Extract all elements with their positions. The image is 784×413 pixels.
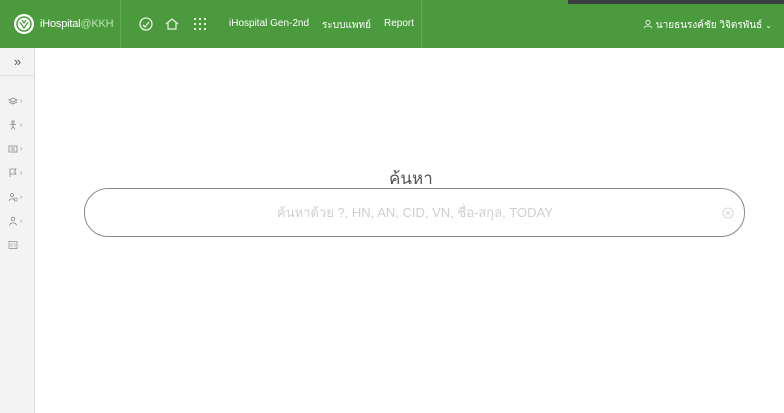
sidebar-toggle-button[interactable]: » bbox=[0, 48, 35, 76]
nav-link-report[interactable]: Report bbox=[384, 18, 414, 29]
records-icon bbox=[8, 145, 18, 153]
dashboard-icon[interactable] bbox=[138, 16, 154, 32]
sidebar-item-profile[interactable]: › bbox=[8, 214, 34, 228]
settings-list-icon bbox=[8, 241, 18, 249]
brand[interactable]: iHospital @KKH bbox=[14, 0, 114, 48]
chevron-right-icon: › bbox=[20, 97, 23, 105]
sidebar-item-layers[interactable]: › bbox=[8, 94, 34, 108]
home-icon[interactable] bbox=[164, 16, 180, 32]
chevron-right-icon: › bbox=[20, 145, 23, 153]
sidebar-item-records[interactable]: › bbox=[8, 142, 34, 156]
clear-search-icon[interactable] bbox=[722, 206, 734, 219]
user-name: นายธนรงค์ชัย วิจิตรพันธ์ bbox=[655, 20, 763, 31]
layers-icon bbox=[8, 97, 18, 105]
brand-suffix: @KKH bbox=[80, 18, 114, 30]
chevron-right-icon: › bbox=[20, 169, 23, 177]
sidebar-item-settings-list[interactable] bbox=[8, 238, 34, 252]
chevron-right-icon: › bbox=[20, 193, 23, 201]
search-box bbox=[84, 188, 745, 237]
window-overlay-strip bbox=[568, 0, 784, 4]
users-icon bbox=[8, 193, 18, 202]
chevron-down-icon: ⌄ bbox=[765, 21, 772, 30]
apps-grid-icon[interactable] bbox=[192, 16, 208, 32]
flag-icon bbox=[9, 168, 17, 177]
nav-link-gen2[interactable]: iHospital Gen-2nd bbox=[229, 18, 309, 29]
sidebar: » › › › › › › bbox=[0, 48, 35, 413]
chevron-right-icon: › bbox=[20, 121, 23, 129]
search-input[interactable] bbox=[105, 189, 725, 236]
hospital-logo-icon bbox=[14, 14, 34, 34]
sidebar-item-users[interactable]: › bbox=[8, 190, 34, 204]
navbar-divider bbox=[421, 0, 422, 48]
navbar-divider bbox=[120, 0, 121, 48]
profile-icon bbox=[9, 216, 17, 226]
sidebar-item-person[interactable]: › bbox=[8, 118, 34, 132]
chevron-right-icon: › bbox=[20, 217, 23, 225]
brand-name: iHospital bbox=[40, 18, 81, 30]
person-icon bbox=[10, 120, 16, 130]
top-navbar: iHospital @KKH iHospital Gen-2nd ระบบแพทย… bbox=[0, 0, 784, 48]
user-icon bbox=[643, 19, 653, 32]
user-menu[interactable]: นายธนรงค์ชัย วิจิตรพันธ์ ⌄ bbox=[643, 18, 772, 33]
sidebar-item-flag[interactable]: › bbox=[8, 166, 34, 180]
nav-link-doctor[interactable]: ระบบแพทย์ bbox=[322, 18, 371, 33]
